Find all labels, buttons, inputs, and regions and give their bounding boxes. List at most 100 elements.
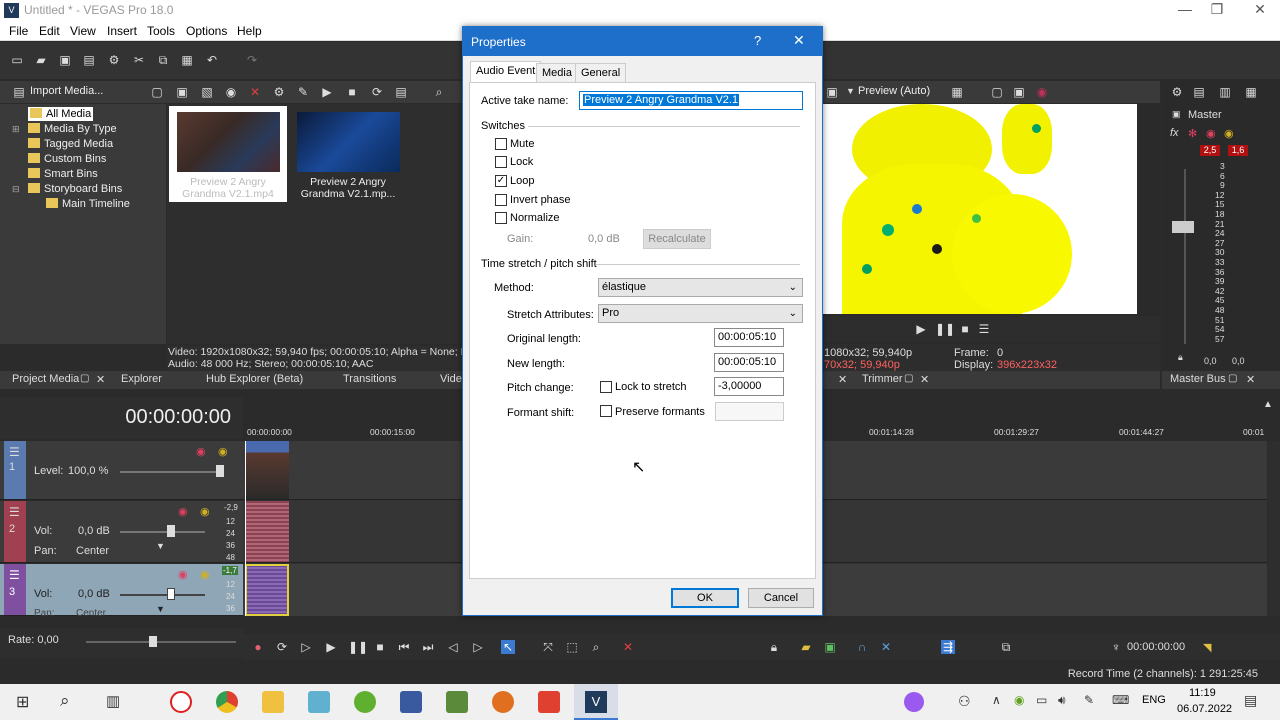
tab-project-media[interactable]: Project Media: [12, 373, 79, 385]
fx-icon[interactable]: fx: [1170, 127, 1179, 139]
solo-icon[interactable]: ◉: [200, 568, 210, 581]
play-icon[interactable]: ▶: [324, 640, 338, 654]
invert-phase-checkbox[interactable]: [495, 194, 507, 206]
insert-region-icon[interactable]: ▣: [823, 640, 837, 654]
chrome-icon[interactable]: [216, 691, 238, 713]
copy-icon[interactable]: ⧉: [156, 53, 170, 67]
save-snapshot-icon[interactable]: ▣: [1012, 85, 1026, 99]
pitch-change-input[interactable]: -3,00000: [714, 377, 784, 396]
track-2-header[interactable]: ☰ 2 ◉ ◉ -2,9 Vol: 0,0 dB Pan: Center ▼ 1…: [0, 501, 243, 563]
clock-time[interactable]: 11:19: [1189, 687, 1216, 699]
chevron-up-icon[interactable]: ∧: [992, 693, 1001, 707]
battery-icon[interactable]: ▭: [1036, 693, 1047, 707]
timecode-display[interactable]: 00:00:00:00: [125, 406, 231, 429]
solo-icon[interactable]: ◉: [200, 505, 210, 518]
tree-item-main-timeline[interactable]: Main Timeline: [46, 197, 130, 211]
formant-shift-input[interactable]: [715, 402, 784, 421]
collapse-icon[interactable]: ⊟: [12, 184, 20, 195]
insert-marker-icon[interactable]: ▰: [799, 640, 813, 654]
normal-edit-tool-icon[interactable]: ↖: [501, 640, 515, 654]
lock-envelopes-icon[interactable]: 🔒︎: [767, 640, 781, 654]
redo-icon[interactable]: ↷: [245, 53, 259, 67]
track-1-header[interactable]: ☰ 1 ◉ ◉ Level: 100,0 %: [0, 441, 243, 500]
close-tab-icon[interactable]: ✕: [838, 373, 847, 386]
restore-icon[interactable]: ❐: [1202, 1, 1232, 18]
mute-icon[interactable]: ◉: [1206, 127, 1216, 140]
task-view-icon[interactable]: ▥: [106, 692, 120, 710]
tree-item-custom-bins[interactable]: Custom Bins: [28, 152, 106, 166]
prev-frame-icon[interactable]: ◁: [446, 640, 460, 654]
record-icon[interactable]: ●: [251, 640, 265, 654]
file-explorer-icon[interactable]: [262, 691, 284, 713]
audio-event[interactable]: [245, 501, 289, 562]
mute-checkbox[interactable]: [495, 138, 507, 150]
solo-icon[interactable]: ◉: [1224, 127, 1234, 140]
remove-unused-icon[interactable]: ◉: [224, 85, 238, 99]
pin-icon[interactable]: ▢: [80, 373, 89, 384]
next-frame-icon[interactable]: ▷: [471, 640, 485, 654]
get-media-icon[interactable]: ▣: [175, 85, 189, 99]
minimize-icon[interactable]: —: [1170, 1, 1200, 17]
loop-icon[interactable]: ⟳: [275, 640, 289, 654]
tab-general[interactable]: General: [575, 63, 627, 83]
menu-edit[interactable]: Edit: [39, 24, 60, 38]
auto-ripple-icon[interactable]: ⇶: [941, 640, 955, 654]
tray-app-icon[interactable]: ◉: [1014, 693, 1024, 707]
overlays-icon[interactable]: ▦: [950, 85, 964, 99]
lock-to-stretch-checkbox[interactable]: [600, 381, 612, 393]
import-media-icon[interactable]: ▤: [12, 85, 26, 99]
clock-date[interactable]: 06.07.2022: [1177, 703, 1232, 715]
auto-crossfade-icon[interactable]: ✕: [879, 640, 893, 654]
play-from-start-icon[interactable]: ▷: [299, 640, 313, 654]
tab-media[interactable]: Media: [536, 63, 578, 83]
tab-audio-event[interactable]: Audio Event: [470, 61, 542, 83]
media-thumb-2[interactable]: Preview 2 Angry Grandma V2.1.mp...: [289, 106, 407, 202]
mixer-icon[interactable]: ▦: [1244, 85, 1258, 99]
tree-item-tagged-media[interactable]: Tagged Media: [28, 137, 113, 151]
pin-icon[interactable]: ▢: [904, 373, 913, 384]
preview-quality-select[interactable]: Preview (Auto): [858, 85, 930, 97]
save-icon[interactable]: ▣: [58, 53, 72, 67]
tree-item-media-by-type[interactable]: Media By Type: [28, 122, 117, 136]
pause-icon[interactable]: ❚❚: [935, 322, 955, 336]
new-length-input[interactable]: 00:00:05:10: [714, 353, 784, 372]
tab-transitions[interactable]: Transitions: [343, 373, 396, 385]
preserve-formants-checkbox[interactable]: [600, 405, 612, 417]
media-fx-icon[interactable]: ▧: [200, 85, 214, 99]
dialog-close-icon[interactable]: ✕: [793, 32, 805, 49]
stretch-attributes-select[interactable]: Pro ⌄: [598, 304, 803, 323]
properties-icon[interactable]: ⚙: [107, 53, 121, 67]
volume-icon[interactable]: 🔊︎: [1058, 693, 1066, 708]
go-to-end-icon[interactable]: ⏭: [421, 640, 435, 654]
vol-slider-handle[interactable]: [167, 525, 175, 537]
master-fader-handle[interactable]: [1172, 221, 1194, 233]
open-folder-icon[interactable]: ▰: [34, 53, 48, 67]
downmix-icon[interactable]: ▤: [1192, 85, 1206, 99]
track-3-header[interactable]: ☰ 3 ◉ ◉ -1,7 Vol: 0,0 dB Pan: Center ▼ 1…: [0, 564, 243, 616]
expand-icon[interactable]: ⊞: [12, 124, 20, 135]
menu-file[interactable]: File: [9, 24, 28, 38]
solo-icon[interactable]: ◉: [218, 445, 228, 458]
tree-item-all-media[interactable]: All Media: [28, 107, 94, 121]
search-icon[interactable]: ⌕: [432, 85, 446, 99]
mute-icon[interactable]: ◉: [178, 505, 188, 518]
record-icon[interactable]: ◉: [1035, 85, 1049, 99]
import-media-button[interactable]: Import Media...: [30, 85, 103, 97]
vol-slider-handle[interactable]: [167, 588, 175, 600]
level-slider-handle[interactable]: [216, 465, 224, 477]
render-as-icon[interactable]: ▤: [82, 53, 96, 67]
tab-master-bus[interactable]: Master Bus: [1170, 373, 1226, 385]
tree-item-smart-bins[interactable]: Smart Bins: [28, 167, 98, 181]
menu-options[interactable]: Options: [186, 24, 227, 38]
tab-explorer[interactable]: Explorer: [121, 373, 162, 385]
loop-preview-icon[interactable]: ⟳: [370, 85, 384, 99]
people-icon[interactable]: ⚇: [958, 693, 971, 710]
close-icon[interactable]: ✕: [1245, 1, 1275, 18]
delete-icon[interactable]: ✕: [621, 640, 635, 654]
close-tab-icon[interactable]: ✕: [96, 373, 105, 386]
cut-icon[interactable]: ✂: [132, 53, 146, 67]
help-button[interactable]: ?: [754, 33, 761, 48]
go-to-start-icon[interactable]: ⏮: [397, 640, 411, 654]
menu-view[interactable]: View: [70, 24, 96, 38]
snapping-icon[interactable]: ∩: [855, 640, 869, 654]
